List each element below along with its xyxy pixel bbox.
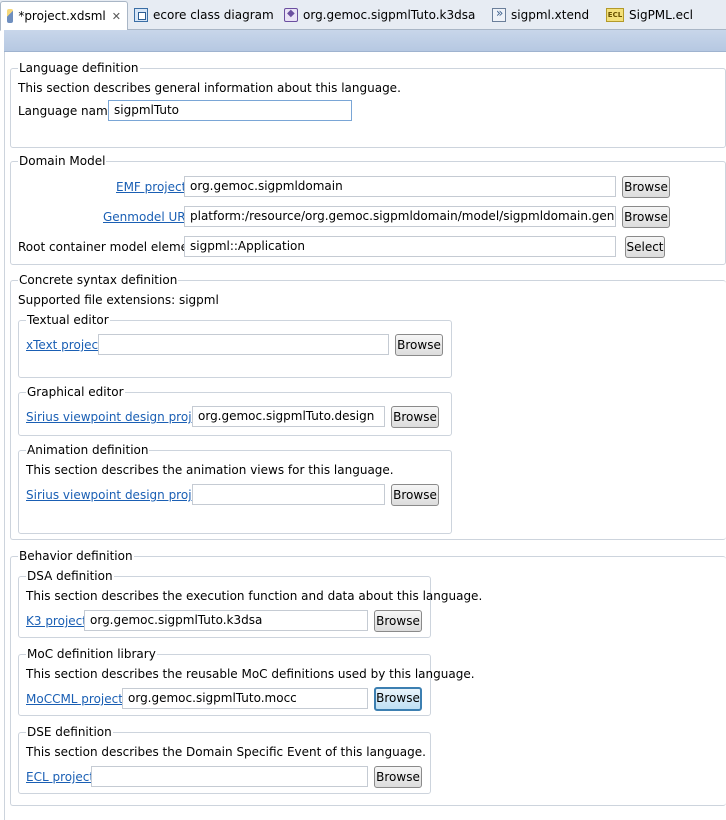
tab-sigpml-ecl[interactable]: ECL SigPML.ecl — [600, 2, 699, 28]
tab-sigpml-xtend[interactable]: sigpml.xtend — [486, 2, 595, 28]
moccml-project-input[interactable]: org.gemoc.sigpmlTuto.mocc — [122, 688, 368, 709]
section-title: Graphical editor — [26, 385, 125, 399]
section-title: MoC definition library — [26, 647, 157, 661]
sirius-animation-link[interactable]: Sirius viewpoint design project — [26, 488, 210, 502]
tab-label: *project.xdsml — [18, 9, 106, 23]
k3-browse-button[interactable]: Browse — [374, 610, 422, 632]
k3-project-icon — [284, 8, 298, 22]
genmodel-uri-input[interactable]: platform:/resource/org.gemoc.sigpmldomai… — [184, 206, 616, 227]
ecl-project-link[interactable]: ECL project — [26, 770, 94, 784]
sirius-design-link[interactable]: Sirius viewpoint design project — [26, 410, 210, 424]
root-container-input[interactable]: sigpml::Application — [184, 236, 616, 257]
k3-project-input[interactable]: org.gemoc.sigpmlTuto.k3dsa — [84, 610, 368, 631]
section-description: This section describes the execution fun… — [26, 589, 483, 603]
xtext-browse-button[interactable]: Browse — [395, 334, 443, 356]
section-title: Concrete syntax definition — [18, 273, 179, 287]
supported-extensions-label: Supported file extensions: sigpml — [18, 293, 219, 307]
tab-ecore-class-diagram[interactable]: ecore class diagram — [128, 2, 280, 28]
xtext-project-link[interactable]: xText project — [26, 338, 103, 352]
section-title: DSA definition — [26, 569, 114, 583]
ecore-diagram-icon — [134, 8, 148, 22]
editor-icon — [7, 9, 14, 23]
section-description: This section describes the Domain Specif… — [26, 745, 426, 759]
section-title: Behavior definition — [18, 549, 134, 563]
section-title: Language definition — [18, 61, 140, 75]
ecl-browse-button[interactable]: Browse — [374, 766, 422, 788]
section-description: This section describes general informati… — [18, 81, 401, 95]
root-container-label: Root container model element — [18, 240, 201, 254]
editor-tab-bar: *project.xdsml ✕ ecore class diagram org… — [0, 0, 726, 31]
xtend-file-icon — [492, 6, 506, 22]
tab-project-xdsml[interactable]: *project.xdsml ✕ — [0, 1, 128, 31]
tab-label: sigpml.xtend — [511, 8, 590, 22]
section-description: This section describes the reusable MoC … — [26, 667, 475, 681]
language-name-label: Language name — [18, 104, 116, 118]
section-title: Domain Model — [18, 154, 107, 168]
tab-k3dsa[interactable]: org.gemoc.sigpmlTuto.k3dsa — [278, 2, 481, 28]
moccml-project-link[interactable]: MoCCML project — [26, 692, 123, 706]
tab-label: ecore class diagram — [153, 8, 274, 22]
section-title: DSE definition — [26, 725, 113, 739]
sirius-animation-input[interactable] — [192, 484, 385, 505]
form-header — [4, 30, 726, 52]
section-title: Animation definition — [26, 443, 150, 457]
moccml-browse-button[interactable]: Browse — [374, 687, 422, 711]
tab-label: SigPML.ecl — [629, 8, 693, 22]
emf-project-input[interactable]: org.gemoc.sigpmldomain — [184, 176, 616, 197]
ecl-project-input[interactable] — [91, 766, 368, 787]
genmodel-uri-link[interactable]: Genmodel URI — [103, 210, 189, 224]
close-icon[interactable]: ✕ — [112, 10, 121, 23]
section-title: Textual editor — [26, 313, 110, 327]
root-select-button[interactable]: Select — [625, 236, 665, 258]
language-name-input[interactable]: sigpmlTuto — [108, 100, 352, 121]
section-description: This section describes the animation vie… — [26, 463, 394, 477]
tab-label: org.gemoc.sigpmlTuto.k3dsa — [303, 8, 476, 22]
genmodel-browse-button[interactable]: Browse — [622, 206, 670, 228]
ecl-file-icon: ECL — [606, 8, 624, 22]
xtext-project-input[interactable] — [98, 334, 389, 355]
sirius-design-input[interactable]: org.gemoc.sigpmlTuto.design — [192, 406, 385, 427]
sirius-design-browse-button[interactable]: Browse — [391, 406, 439, 428]
emf-project-link[interactable]: EMF project — [116, 180, 186, 194]
sirius-animation-browse-button[interactable]: Browse — [391, 484, 439, 506]
emf-browse-button[interactable]: Browse — [622, 176, 670, 198]
k3-project-link[interactable]: K3 project — [26, 614, 87, 628]
